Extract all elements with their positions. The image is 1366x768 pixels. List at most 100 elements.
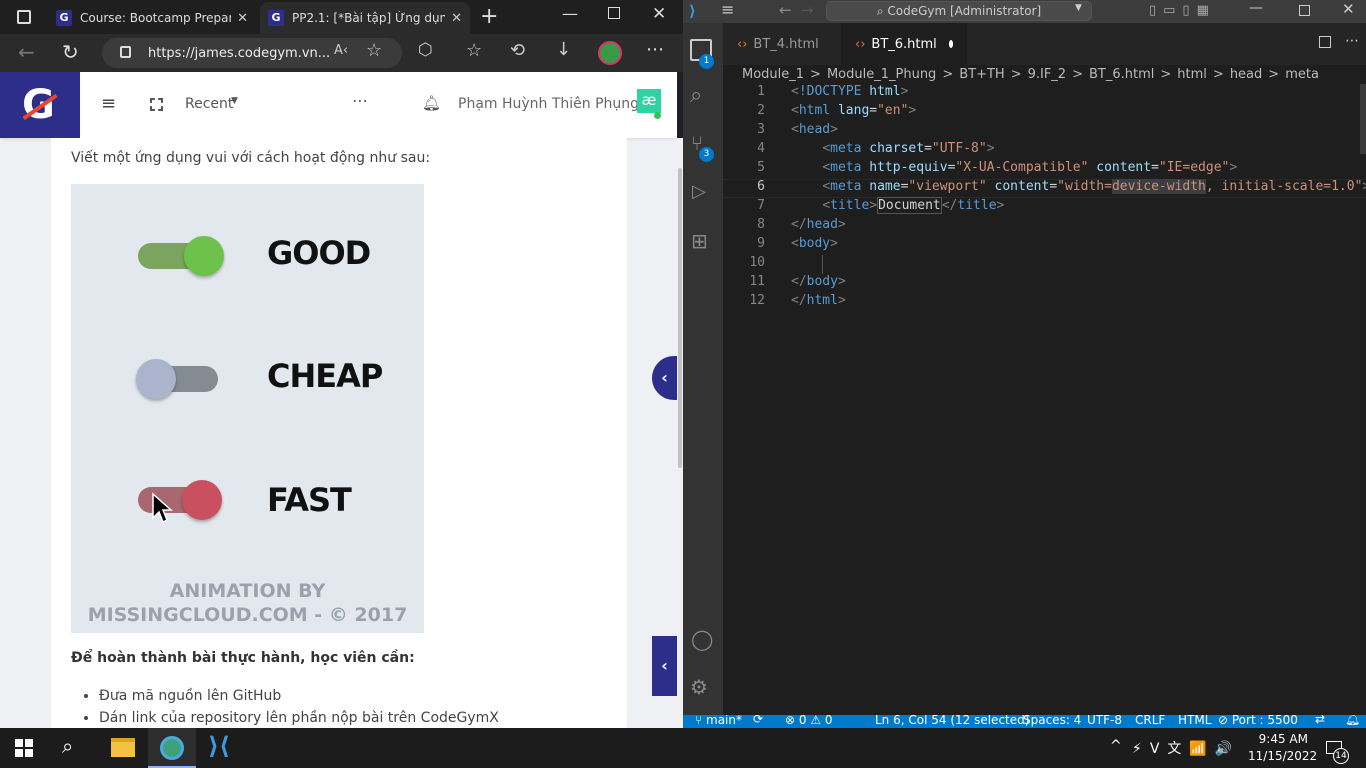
search-icon[interactable]: ⌕ — [690, 83, 702, 108]
refresh-icon[interactable]: ↻ — [62, 40, 79, 64]
tab-actions-icon[interactable] — [17, 10, 31, 24]
run-debug-icon[interactable]: ▷ — [692, 181, 706, 202]
editor-tabs: ‹› BT_4.html ‹› BT_6.html ⋯ — [723, 23, 1366, 65]
favorites-icon[interactable]: ☆ — [466, 40, 482, 61]
tab-label: BT_4.html — [753, 36, 819, 52]
sync-icon[interactable]: ⟳ — [753, 715, 763, 726]
breadcrumb-item[interactable]: html — [1177, 67, 1207, 82]
more-actions-icon[interactable]: ⋯ — [1345, 33, 1359, 49]
layout-icons[interactable]: ▯▭▯▦ — [1149, 3, 1216, 18]
breadcrumb-item[interactable]: meta — [1285, 67, 1319, 82]
good-toggle-track — [138, 236, 224, 276]
breadcrumb-item[interactable]: head — [1230, 67, 1262, 82]
close-tab-icon[interactable]: ✕ — [451, 11, 462, 26]
extensions-icon[interactable]: ⊞ — [691, 229, 708, 253]
maximize-icon[interactable] — [1299, 5, 1310, 16]
address-bar[interactable]: https://james.codegym.vn... — [102, 38, 402, 68]
tray-icons[interactable]: ⚡V文📶🔊 — [1132, 738, 1240, 758]
eol-status[interactable]: CRLF — [1135, 715, 1165, 727]
back-icon[interactable]: ← — [18, 40, 35, 64]
tab-bt4[interactable]: ‹› BT_4.html — [723, 23, 841, 65]
port-status[interactable]: ⊘ Port : 5500 — [1218, 715, 1298, 727]
notifications-icon[interactable]: 🔔︎ — [1345, 715, 1360, 726]
command-center[interactable]: ⌕ CodeGym [Administrator] — [826, 1, 1092, 21]
problems-status[interactable]: ⊗ 0 ⚠ 0 — [785, 715, 833, 727]
split-editor-icon[interactable] — [1319, 36, 1331, 48]
editor-scrollbar[interactable] — [1360, 84, 1366, 154]
browser-tab-active[interactable]: G PP2.1: [*Bài tập] Ứng dụng ✕ — [260, 2, 470, 34]
breadcrumb-separator: > — [1160, 66, 1172, 82]
downloads-icon[interactable]: ↓ — [556, 39, 571, 60]
read-aloud-icon[interactable]: A‹ — [334, 43, 348, 58]
hamburger-menu-icon[interactable]: ≡ — [101, 93, 116, 114]
settings-gear-icon[interactable]: ⚙ — [690, 675, 708, 699]
breadcrumb-item[interactable]: Module_1_Phung — [827, 67, 936, 82]
cursor-position[interactable]: Ln 6, Col 54 (12 selected) — [875, 715, 1029, 727]
explorer-badge: 1 — [699, 54, 714, 69]
lesson-intro: Viết một ứng dụng vui với cách hoạt động… — [71, 150, 431, 166]
indent-guide — [822, 255, 823, 274]
history-icon[interactable]: ⟲ — [510, 40, 525, 61]
file-explorer-icon[interactable] — [111, 738, 135, 757]
more-menu-icon[interactable]: ⋯ — [646, 39, 664, 60]
fast-toggle-track — [138, 480, 222, 520]
accounts-icon[interactable]: ◯ — [691, 627, 713, 651]
line-number: 8 — [757, 217, 765, 232]
breadcrumb-item[interactable]: BT+TH — [959, 67, 1004, 82]
browser-window: G Course: Bootcamp Preparat ✕ G PP2.1: [… — [0, 0, 683, 728]
line-number: 1 — [757, 84, 765, 99]
close-window-icon[interactable]: ✕ — [1342, 0, 1355, 18]
breadcrumb-item[interactable]: Module_1 — [742, 67, 804, 82]
vscode-logo-icon: ⟩ — [689, 2, 696, 20]
close-window-icon[interactable]: ✕ — [652, 4, 666, 24]
profile-avatar[interactable] — [598, 41, 622, 65]
nav-forward-icon[interactable]: → — [801, 1, 814, 19]
sidebar-toggle-button[interactable]: ‹ — [652, 356, 677, 400]
active-app-indicator — [148, 728, 196, 768]
branch-status[interactable]: ⑂ main* — [695, 715, 742, 727]
lesson-card: Viết một ứng dụng vui với cách hoạt động… — [51, 138, 627, 728]
favorite-add-icon[interactable]: ☆ — [366, 40, 382, 61]
code-line: <head> — [791, 122, 838, 137]
codegym-logo[interactable]: G — [0, 72, 80, 138]
minimize-icon[interactable]: — — [562, 4, 578, 23]
new-tab-icon[interactable]: + — [480, 4, 498, 29]
user-avatar[interactable]: æ — [637, 89, 661, 113]
feedback-icon[interactable]: ⇄ — [1315, 715, 1325, 726]
panel-toggle-button[interactable]: ‹ — [652, 636, 677, 696]
html-file-icon: ‹› — [737, 36, 748, 52]
code-line: </html> — [791, 293, 846, 308]
clock[interactable]: 9:45 AM 11/15/2022 — [1248, 731, 1317, 765]
minimize-icon[interactable]: — — [1249, 0, 1263, 16]
menu-icon[interactable]: ≡ — [721, 0, 734, 19]
fullscreen-icon[interactable] — [150, 98, 163, 111]
recent-dropdown[interactable]: Recent — [185, 96, 233, 112]
search-icon: ⌕ — [876, 4, 888, 18]
line-number: 9 — [757, 236, 765, 251]
vscode-taskbar-icon[interactable]: ⟩⟨ — [208, 732, 230, 760]
language-status[interactable]: HTML — [1178, 715, 1211, 727]
scrollbar-thumb[interactable] — [678, 168, 682, 468]
extensions-icon[interactable]: ⬡ — [418, 40, 433, 60]
search-icon[interactable]: ⌕ — [62, 734, 73, 758]
user-name[interactable]: Phạm Huỳnh Thiên Phụng — [458, 96, 639, 112]
indentation-status[interactable]: Spaces: 4 — [1023, 715, 1081, 727]
tab-bt6[interactable]: ‹› BT_6.html — [841, 23, 967, 65]
code-editor[interactable]: 1 2 3 4 5 6 7 8 9 10 11 12 <!DOCTYPE html> <html la… — [723, 84, 1366, 714]
status-bar: ⑂ main* ⟳ ⊗ 0 ⚠ 0 Ln 6, Col 54 (12 selec… — [683, 715, 1366, 728]
maximize-icon[interactable] — [608, 7, 620, 19]
tray-overflow-icon[interactable]: ^ — [1110, 738, 1122, 754]
more-icon[interactable]: ⋯ — [352, 91, 368, 110]
web-page: G ≡ Recent ▼ ⋯ 🔔︎ Phạm Huỳnh Thiên Phụng… — [0, 72, 677, 728]
encoding-status[interactable]: UTF-8 — [1087, 715, 1122, 727]
close-tab-icon[interactable]: ✕ — [237, 11, 248, 26]
browser-tab-course[interactable]: G Course: Bootcamp Preparat ✕ — [48, 2, 256, 34]
line-number: 6 — [757, 179, 765, 194]
breadcrumb-item[interactable]: 9.IF_2 — [1028, 67, 1067, 82]
bell-icon[interactable]: 🔔︎ — [422, 94, 441, 112]
nav-back-icon[interactable]: ← — [779, 1, 792, 19]
breadcrumb-item[interactable]: BT_6.html — [1089, 67, 1154, 82]
unsaved-dot-icon[interactable] — [948, 40, 953, 48]
requirements-list: Đưa mã nguồn lên GitHub Dán link của rep… — [99, 685, 499, 728]
windows-start-icon[interactable] — [15, 739, 33, 757]
